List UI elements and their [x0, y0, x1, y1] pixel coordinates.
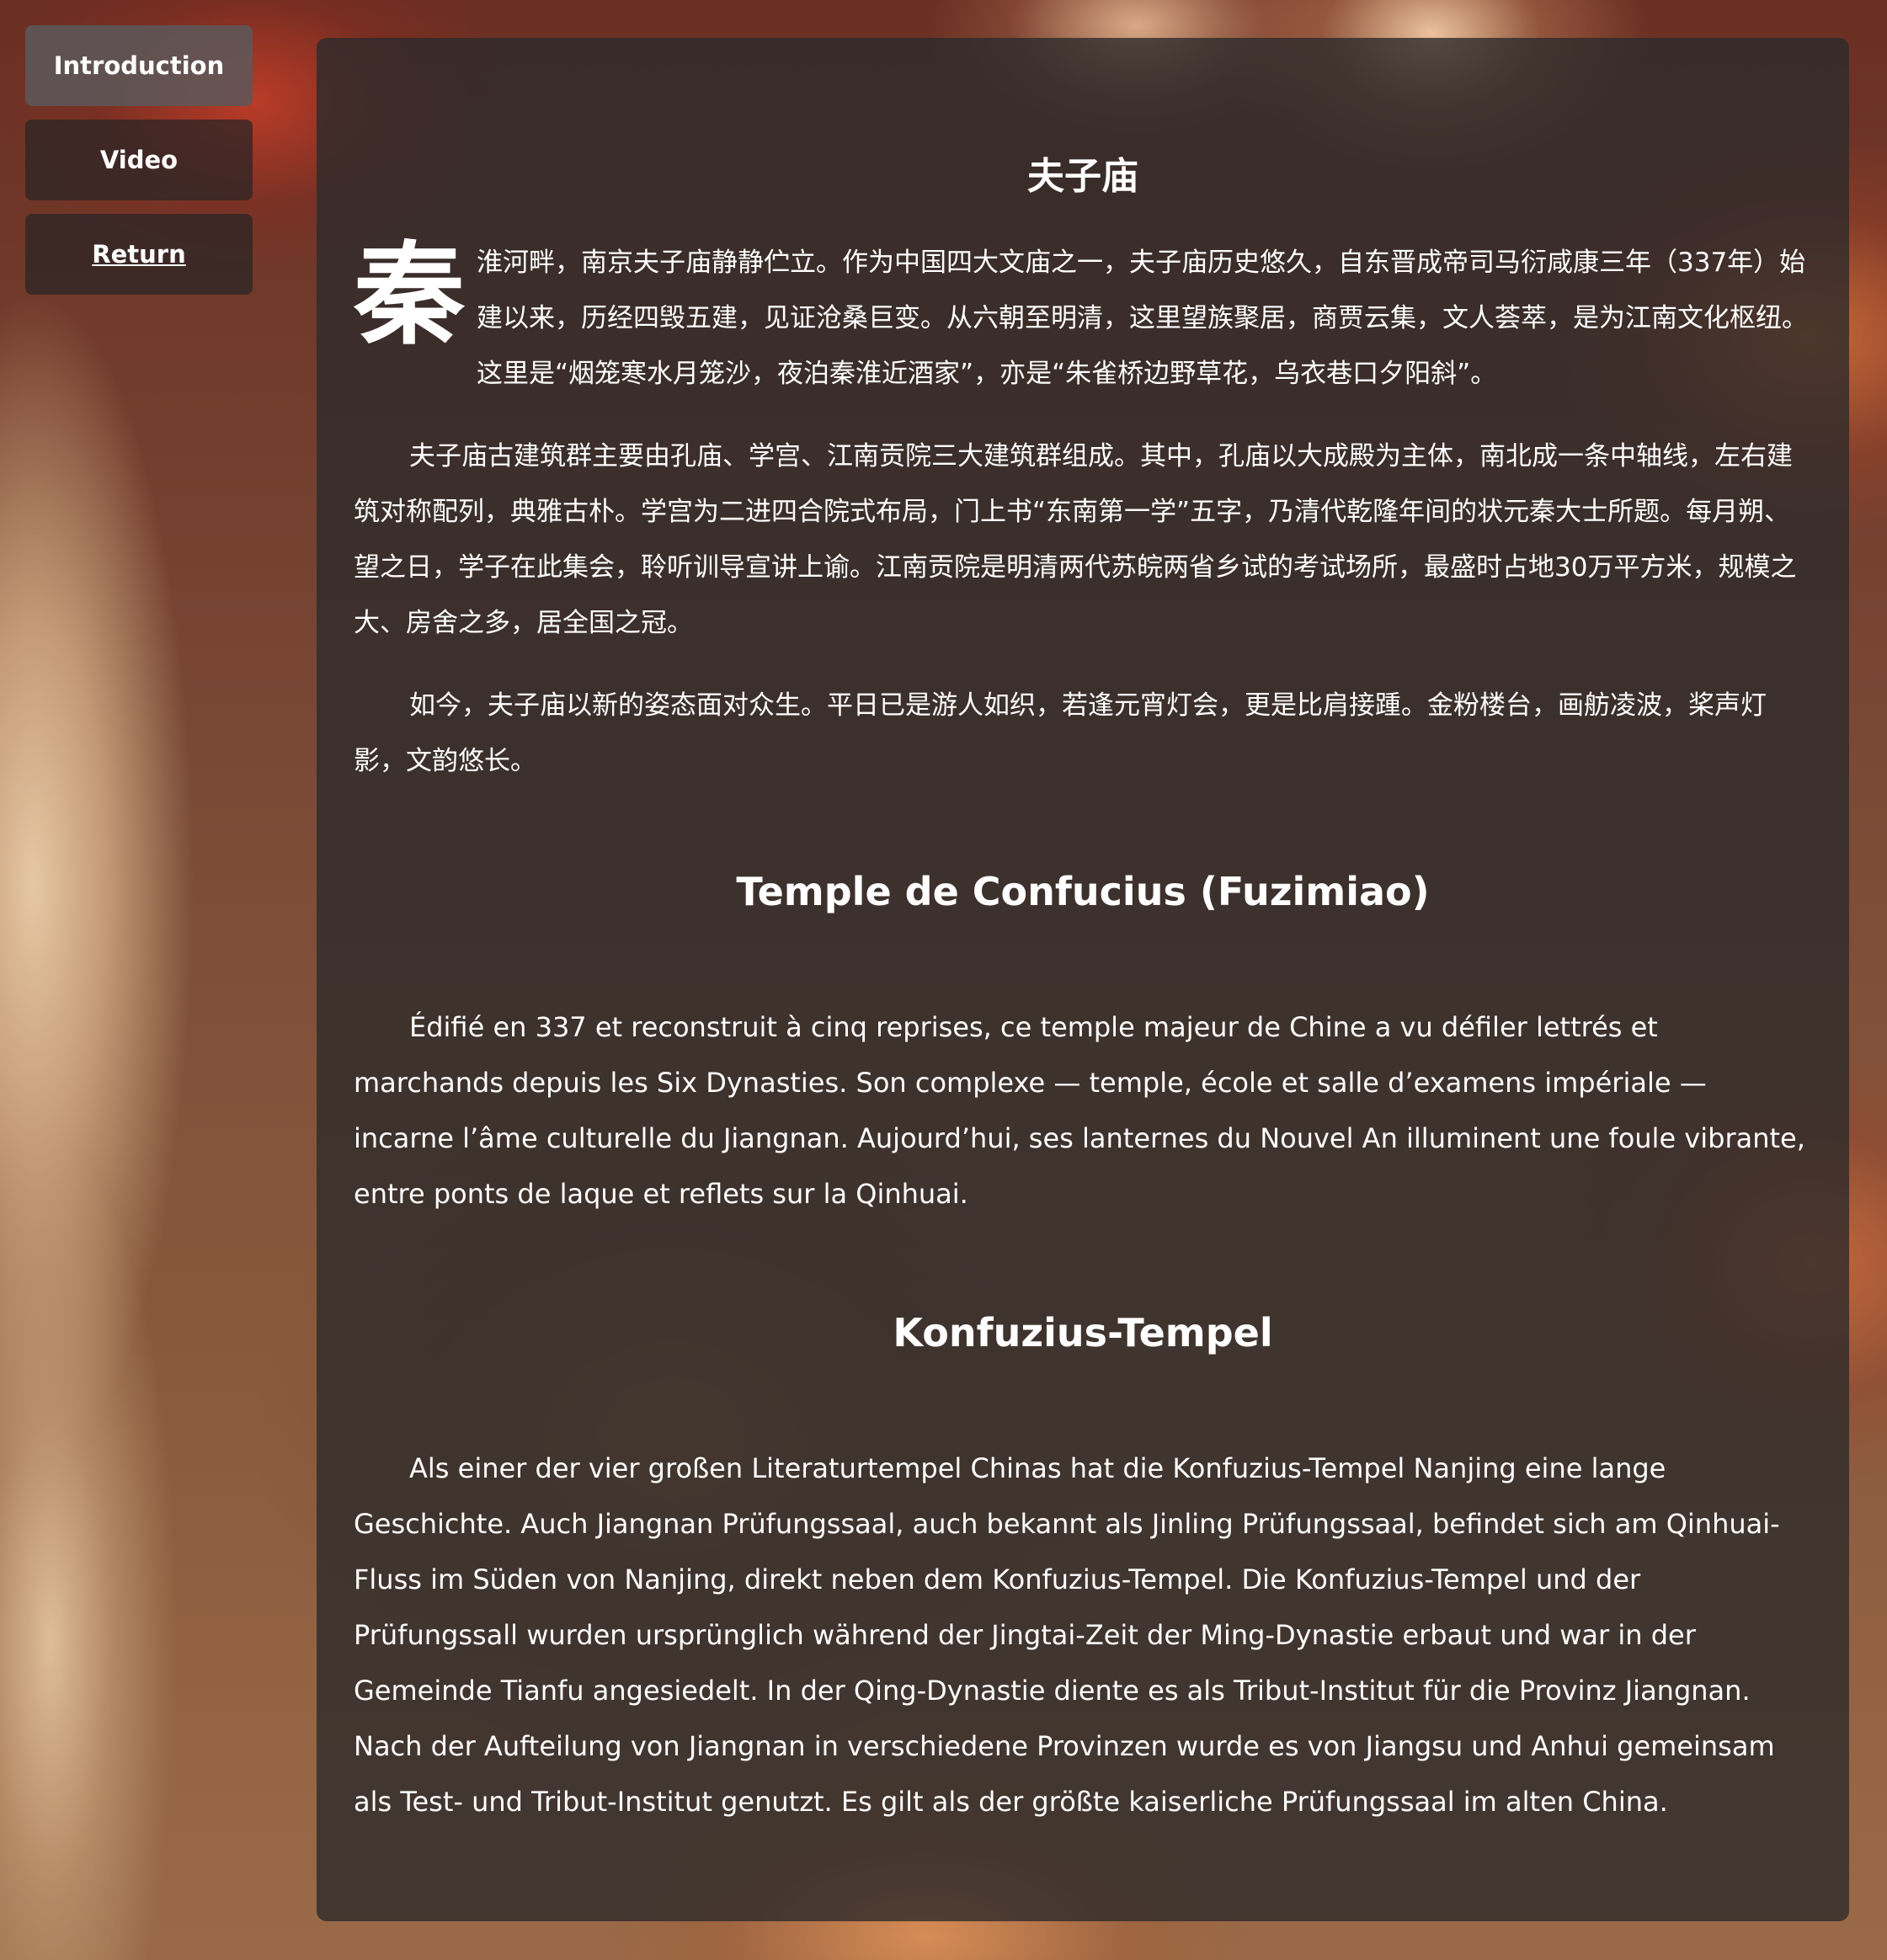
chinese-title: 夫子庙 [1027, 155, 1138, 198]
chinese-paragraph-2: 夫子庙古建筑群主要由孔庙、学宫、江南贡院三大建筑群组成。其中，孔庙以大成殿为主体… [354, 441, 1797, 638]
chinese-paragraph-3: 如今，夫子庙以新的姿态面对众生。平日已是游人如织，若逢元宵灯会，更是比肩接踵。金… [354, 690, 1767, 776]
return-link-label: Return [92, 240, 186, 269]
french-paragraph: Édifié en 337 et reconstruit à cinq repr… [354, 1011, 1805, 1210]
introduction-button-label: Introduction [53, 51, 225, 80]
chinese-paragraph-1: 秦淮河畔，南京夫子庙静静伫立。作为中国四大文庙之一，夫子庙历史悠久，自东晋成帝司… [354, 235, 1812, 402]
return-link[interactable]: Return [25, 214, 253, 295]
introduction-button[interactable]: Introduction [25, 25, 253, 106]
video-button-label: Video [99, 146, 179, 174]
german-title: Konfuzius-Tempel [893, 1310, 1273, 1355]
sidebar-nav: Introduction Video Return [25, 25, 253, 308]
video-button[interactable]: Video [25, 120, 253, 200]
drop-cap: 秦 [354, 230, 465, 360]
german-paragraph: Als einer der vier großen Literaturtempe… [354, 1452, 1780, 1818]
chinese-paragraph-1-text: 淮河畔，南京夫子庙静静伫立。作为中国四大文庙之一，夫子庙历史悠久，自东晋成帝司马… [477, 248, 1808, 389]
french-title: Temple de Confucius (Fuzimiao) [736, 869, 1430, 914]
content-panel: 夫子庙 秦淮河畔，南京夫子庙静静伫立。作为中国四大文庙之一，夫子庙历史悠久，自东… [317, 38, 1849, 1921]
